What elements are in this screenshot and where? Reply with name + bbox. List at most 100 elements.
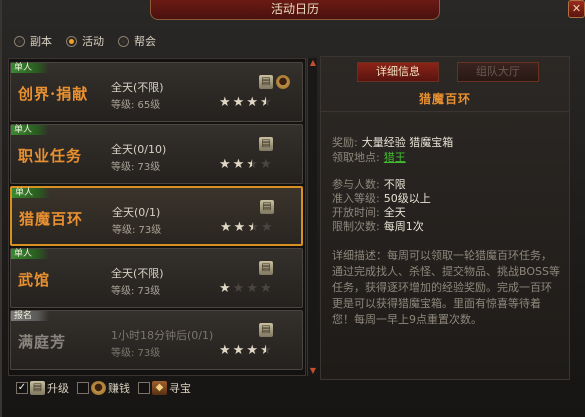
book-icon: ▤	[30, 381, 45, 395]
book-icon: ▤	[259, 137, 273, 151]
tab-team-hall[interactable]: 组队大厅	[457, 62, 539, 82]
reward-value: 大量经验 猎魔宝箱	[361, 136, 454, 149]
activity-level: 等级: 73级	[111, 286, 161, 297]
activity-category-icons: ▤	[259, 323, 273, 337]
activity-type-tag: 单人	[11, 63, 49, 73]
tab-guild[interactable]: 帮会	[118, 33, 156, 49]
filter-label: 赚钱	[108, 382, 130, 395]
star-icon: ★	[247, 220, 259, 235]
activity-type-tag: 单人	[12, 188, 50, 198]
activity-time: 全天(不限)	[111, 81, 164, 94]
checkbox-checked-icon[interactable]: ✓	[16, 382, 28, 394]
activity-type-tag: 报名	[11, 311, 49, 321]
activity-name: 武馆	[18, 271, 51, 289]
activity-level: 等级: 65级	[111, 100, 161, 111]
limit-label: 限制次数:	[332, 220, 380, 233]
difficulty-stars: ★ ★ ★ ★	[220, 221, 273, 235]
filter-label: 升级	[47, 382, 69, 395]
detail-title: 猎魔百环	[320, 86, 570, 112]
activity-type-tag: 单人	[11, 125, 49, 135]
tab-dungeon[interactable]: 副本	[14, 33, 52, 49]
coin-bag-icon: ●	[276, 75, 290, 89]
book-icon: ▤	[259, 323, 273, 337]
star-icon: ★	[246, 157, 258, 172]
star-icon: ★	[259, 343, 272, 358]
difficulty-stars: ★ ★ ★ ★	[219, 158, 272, 172]
book-icon: ▤	[260, 200, 274, 214]
activity-name: 创界·捐献	[18, 85, 89, 103]
star-icon: ★	[219, 95, 231, 110]
activity-category-icons: ▤	[259, 137, 273, 151]
activity-item[interactable]: 单人武馆 全天(不限) 等级: 73级 ★ ★ ★ ★ ▤	[10, 248, 303, 308]
activity-level: 等级: 73级	[111, 162, 161, 173]
window-title-bar: 活动日历	[150, 0, 440, 20]
star-icon: ★	[260, 220, 273, 235]
filter-earn-money[interactable]: ● 赚钱	[77, 380, 130, 396]
tab-details[interactable]: 详细信息	[357, 62, 439, 82]
checkbox-icon[interactable]	[138, 382, 150, 394]
category-tabs: 副本 活动 帮会	[14, 33, 156, 49]
difficulty-stars: ★ ★ ★ ★	[219, 282, 272, 296]
reward-label: 奖励:	[332, 136, 358, 149]
activity-type-tag: 单人	[11, 249, 49, 259]
location-label: 领取地点:	[332, 151, 380, 164]
filter-treasure[interactable]: ◆ 寻宝	[138, 380, 191, 396]
star-icon: ★	[233, 220, 246, 235]
location-row: 领取地点: 猎王	[332, 149, 406, 165]
star-icon: ★	[259, 281, 272, 296]
book-icon: ▤	[259, 261, 273, 275]
radio-icon	[118, 35, 129, 47]
tab-label: 副本	[30, 35, 52, 48]
activity-name: 满庭芳	[18, 333, 67, 351]
scroll-down-icon[interactable]: ▼	[309, 366, 317, 376]
star-icon: ★	[246, 95, 258, 110]
coin-bag-icon: ●	[91, 381, 106, 395]
activity-name: 职业任务	[18, 147, 83, 165]
filter-level-up[interactable]: ✓ ▤ 升级	[16, 380, 69, 396]
activity-item[interactable]: 单人猎魔百环 全天(0/1) 等级: 73级 ★ ★ ★ ★ ▤	[10, 186, 303, 246]
activity-name: 猎魔百环	[19, 210, 84, 228]
tab-activity[interactable]: 活动	[66, 33, 104, 49]
star-icon: ★	[232, 157, 245, 172]
tab-label: 帮会	[134, 35, 156, 48]
star-icon: ★	[232, 343, 245, 358]
activity-item[interactable]: 单人 创界·捐献 全天(不限) 等级: 65级 ★ ★ ★ ★ ▤ ●	[10, 62, 303, 122]
activity-category-icons: ▤	[260, 200, 274, 214]
limit-value: 每周1次	[383, 220, 424, 233]
activity-item[interactable]: 单人 职业任务 全天(0/10) 等级: 73级 ★ ★ ★ ★ ▤	[10, 124, 303, 184]
radio-selected-icon	[66, 35, 77, 47]
activity-category-icons: ▤ ●	[259, 75, 290, 89]
star-icon: ★	[232, 95, 245, 110]
activity-time: 1小时18分钟后(0/1)	[111, 329, 214, 342]
book-icon: ▤	[259, 75, 273, 89]
star-icon: ★	[246, 343, 258, 358]
activity-time: 全天(不限)	[111, 267, 164, 280]
star-icon: ★	[219, 281, 231, 296]
difficulty-stars: ★ ★ ★ ★	[219, 96, 272, 110]
filter-label: 寻宝	[169, 382, 191, 395]
star-icon: ★	[219, 343, 231, 358]
radio-icon	[14, 35, 25, 47]
activity-category-icons: ▤	[259, 261, 273, 275]
treasure-icon: ◆	[152, 381, 167, 395]
star-icon: ★	[259, 95, 272, 110]
limit-row: 限制次数: 每周1次	[332, 218, 424, 234]
star-icon: ★	[246, 281, 258, 296]
activity-time: 全天(0/1)	[112, 206, 161, 219]
activity-item[interactable]: 报名 满庭芳 1小时18分钟后(0/1) 等级: 73级 ★ ★ ★ ★ ▤	[10, 310, 303, 370]
filter-bar: ✓ ▤ 升级 ● 赚钱 ◆ 寻宝	[16, 380, 191, 396]
location-link[interactable]: 猎王	[384, 151, 406, 164]
activity-level: 等级: 73级	[112, 225, 162, 236]
reward-row: 奖励: 大量经验 猎魔宝箱	[332, 134, 453, 150]
difficulty-stars: ★ ★ ★ ★	[219, 344, 272, 358]
detail-description: 详细描述：每周可以领取一轮猎魔百环任务，通过完成找人、杀怪、提交物品、挑战BOS…	[332, 249, 560, 326]
window-title: 活动日历	[270, 2, 319, 16]
star-icon: ★	[219, 157, 231, 172]
list-scrollbar[interactable]: ▲ ▼	[307, 58, 317, 376]
tab-label: 活动	[82, 35, 104, 48]
close-icon[interactable]: ✕	[568, 0, 585, 18]
star-icon: ★	[259, 157, 272, 172]
checkbox-icon[interactable]	[77, 382, 89, 394]
scroll-up-icon[interactable]: ▲	[309, 58, 317, 68]
activity-time: 全天(0/10)	[111, 143, 167, 156]
